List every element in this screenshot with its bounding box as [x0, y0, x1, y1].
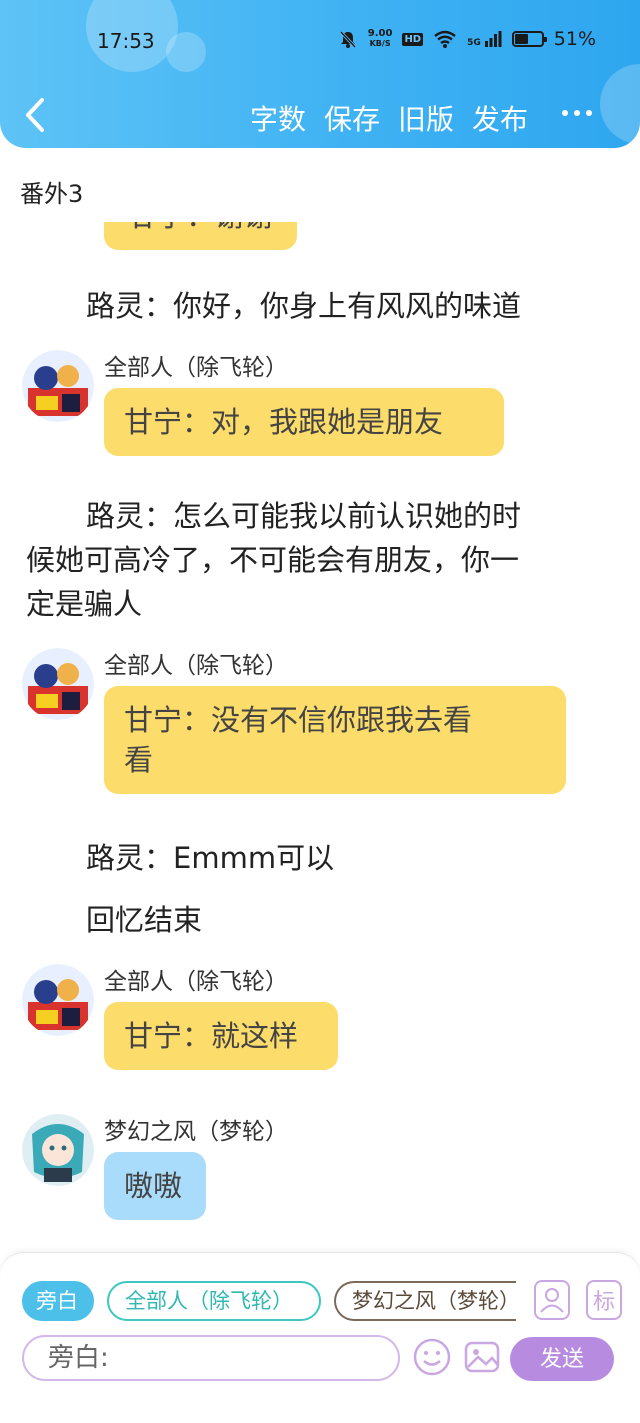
message-bubble[interactable]: 甘宁：就这样	[104, 1002, 338, 1070]
chat-message[interactable]: 梦幻之风（梦轮） 嗷嗷	[22, 1114, 622, 1240]
sender-name: 全部人（除飞轮）	[104, 355, 288, 381]
battery-icon	[511, 31, 547, 47]
avatar-group-all[interactable]	[22, 350, 94, 422]
net-speed: 9.00 KB/S	[368, 29, 393, 49]
signal-bars-icon	[484, 31, 502, 47]
partial-message-bubble[interactable]: 甘宁：谢谢	[104, 222, 298, 250]
narration-line[interactable]: 回忆结束	[26, 898, 606, 942]
message-bubble[interactable]: 嗷嗷	[104, 1152, 206, 1220]
back-chevron-icon[interactable]	[18, 96, 54, 134]
narration-block[interactable]: 路灵：怎么可能我以前认识她的时 候她可高冷了，不可能会有朋友，你一 定是骗人	[26, 494, 606, 626]
message-bubble[interactable]: 甘宁：对，我跟她是朋友	[104, 388, 504, 456]
header-bubble-decoration	[166, 32, 206, 72]
story-feed[interactable]: 甘宁：谢谢 路灵：你好，你身上有风风的味道 全部人（除飞轮） 甘宁：对，我跟她是…	[0, 222, 640, 1252]
role-chip-dream-wind[interactable]: 梦幻之风（梦轮）	[334, 1281, 516, 1321]
message-text: 甘宁：对，我跟她是朋友	[124, 405, 444, 439]
chat-message[interactable]: 全部人（除飞轮） 甘宁：就这样	[22, 964, 622, 1090]
sender-name: 梦幻之风（梦轮）	[104, 1119, 288, 1145]
chapter-title: 番外3	[20, 180, 84, 208]
mark-button[interactable]: 标	[586, 1280, 622, 1320]
sender-name: 全部人（除飞轮）	[104, 653, 288, 679]
battery-fill	[514, 34, 528, 44]
net-speed-unit: KB/S	[369, 39, 391, 48]
battery-percent: 51%	[553, 28, 596, 50]
narration-line[interactable]: 路灵：你好，你身上有风风的味道	[26, 284, 606, 328]
character-manage-button[interactable]	[534, 1280, 570, 1320]
partial-message-text: 甘宁：谢谢	[128, 222, 273, 233]
publish-button[interactable]: 发布	[472, 98, 528, 138]
narration-line: 候她可高冷了，不可能会有朋友，你一	[26, 543, 520, 577]
bottom-editor-panel: 旁白 全部人（除飞轮） 梦幻之风（梦轮） 标 发送	[0, 1252, 640, 1423]
word-count-button[interactable]: 字数	[250, 98, 306, 138]
message-text: 甘宁：就这样	[124, 1019, 299, 1053]
avatar-dream-wind[interactable]	[22, 1114, 94, 1186]
narration-line[interactable]: 路灵：Emmm可以	[26, 836, 606, 880]
status-time: 17:53	[97, 29, 155, 53]
header-toolbar: 字数 保存 旧版 发布	[250, 98, 528, 138]
message-text: 甘宁：没有不信你跟我去看	[124, 703, 473, 737]
status-icons: 9.00 KB/S HD 5G 51%	[338, 28, 596, 50]
sender-name: 全部人（除飞轮）	[104, 969, 288, 995]
message-text: 嗷嗷	[124, 1169, 183, 1203]
role-chip-narration[interactable]: 旁白	[22, 1281, 94, 1321]
more-options-icon[interactable]	[562, 110, 592, 116]
role-chip-all-people[interactable]: 全部人（除飞轮）	[107, 1281, 321, 1321]
net-speed-value: 9.00	[367, 28, 393, 39]
chat-message[interactable]: 全部人（除飞轮） 甘宁：没有不信你跟我去看 看	[22, 648, 622, 818]
message-input-wrapper	[22, 1335, 400, 1381]
message-text: 看	[124, 743, 154, 777]
wifi-icon	[434, 30, 456, 48]
send-button[interactable]: 发送	[510, 1337, 614, 1381]
hd-badge: HD	[402, 32, 424, 46]
mute-bell-icon	[339, 30, 356, 49]
signal-label: 5G	[467, 38, 481, 48]
old-version-button[interactable]: 旧版	[398, 98, 454, 138]
cell-signal-icon: 5G	[467, 30, 502, 48]
narration-line: 定是骗人	[26, 587, 143, 621]
top-header: 17:53 9.00 KB/S HD 5G 51% 字数 保存 旧版 发布	[0, 0, 640, 148]
image-icon[interactable]	[462, 1337, 502, 1377]
emoji-icon[interactable]	[412, 1337, 452, 1377]
save-button[interactable]: 保存	[324, 98, 380, 138]
narration-line: 路灵：怎么可能我以前认识她的时	[86, 499, 522, 533]
chat-message[interactable]: 全部人（除飞轮） 甘宁：对，我跟她是朋友	[22, 350, 622, 476]
header-bubble-decoration	[600, 64, 640, 144]
avatar-group-all[interactable]	[22, 964, 94, 1036]
avatar-group-all[interactable]	[22, 648, 94, 720]
person-icon	[540, 1288, 564, 1313]
message-input[interactable]	[24, 1337, 398, 1379]
message-bubble[interactable]: 甘宁：没有不信你跟我去看 看	[104, 686, 566, 794]
